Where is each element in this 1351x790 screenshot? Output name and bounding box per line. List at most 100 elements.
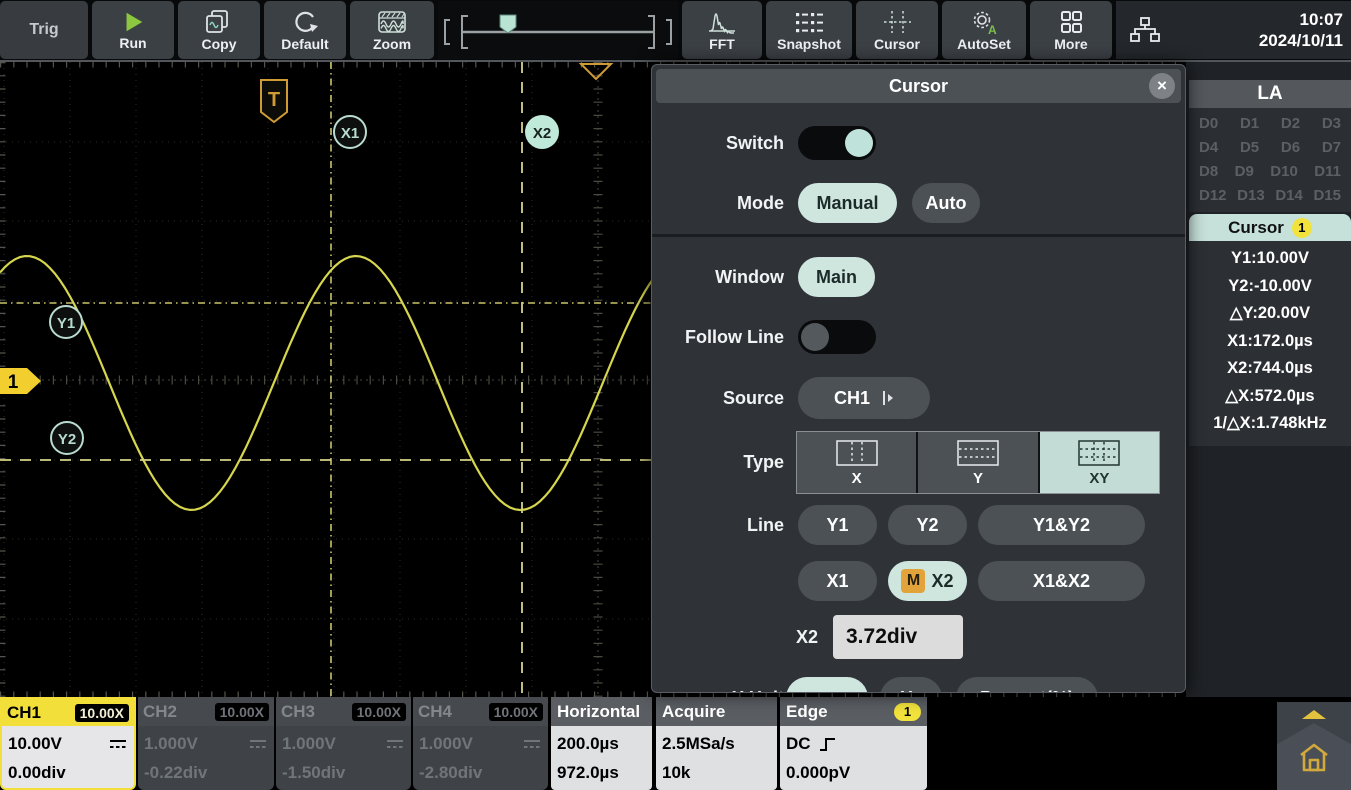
acquire-title: Acquire bbox=[662, 702, 725, 722]
readout-x2: X2:744.0µs bbox=[1189, 355, 1351, 383]
trigger-status-box[interactable]: Edge 1 DC 0.000pV bbox=[780, 697, 927, 790]
cursor-x1-handle[interactable]: X1 bbox=[334, 116, 366, 148]
channel-status-ch4[interactable]: CH4 10.00X 1.000V -2.80div bbox=[413, 697, 548, 790]
window-main-label: Main bbox=[816, 267, 857, 288]
cursor-y2-handle-label: Y2 bbox=[58, 431, 76, 448]
line-x1-button[interactable]: X1 bbox=[798, 561, 877, 601]
type-xy-button[interactable]: XY bbox=[1040, 432, 1159, 493]
cursor-y2-handle[interactable]: Y2 bbox=[51, 422, 83, 454]
multipurpose-knob-badge: M bbox=[901, 569, 925, 593]
more-grid-icon bbox=[1058, 9, 1084, 35]
line-y2-button[interactable]: Y2 bbox=[888, 505, 967, 545]
line-y1y2-label: Y1&Y2 bbox=[1033, 515, 1090, 536]
mode-label: Mode bbox=[652, 190, 784, 216]
ch3-offset: -1.50div bbox=[282, 763, 345, 783]
window-label: Window bbox=[652, 264, 784, 290]
x-unit-label: X Unit bbox=[652, 685, 784, 693]
cursor-x2-handle[interactable]: X2 bbox=[525, 115, 559, 149]
date-text: 2024/10/11 bbox=[1259, 30, 1343, 51]
ch2-header: CH2 10.00X bbox=[138, 697, 274, 726]
unit-s-button[interactable]: s bbox=[786, 677, 868, 693]
type-label: Type bbox=[652, 449, 784, 475]
copy-button[interactable]: Copy bbox=[178, 1, 260, 59]
slider-trigger-marker[interactable] bbox=[500, 15, 516, 33]
mode-manual-button[interactable]: Manual bbox=[798, 183, 897, 223]
type-x-button[interactable]: X bbox=[797, 432, 916, 493]
readout-x1: X1:172.0µs bbox=[1189, 328, 1351, 356]
dc-coupling-icon bbox=[248, 738, 268, 750]
trigger-source-badge: 1 bbox=[894, 703, 921, 721]
mode-auto-button[interactable]: Auto bbox=[912, 183, 980, 223]
channel1-position-marker-label: 1 bbox=[8, 372, 19, 393]
right-status-panel: LA D0D1D2D3 D4D5D6D7 D8D9D10D11 D12D13D1… bbox=[1186, 62, 1351, 697]
slider-outer-right-bracket bbox=[666, 20, 671, 44]
autoset-button[interactable]: A AutoSet bbox=[942, 1, 1026, 59]
line-y1-label: Y1 bbox=[826, 515, 848, 536]
la-d8: D8 bbox=[1199, 163, 1218, 180]
line-x1x2-button[interactable]: X1&X2 bbox=[978, 561, 1145, 601]
la-header[interactable]: LA bbox=[1189, 80, 1351, 108]
type-y-label: Y bbox=[973, 470, 983, 487]
line-y1-button[interactable]: Y1 bbox=[798, 505, 877, 545]
collapse-up-arrow-icon[interactable] bbox=[1302, 710, 1326, 719]
la-d3: D3 bbox=[1322, 115, 1341, 132]
readout-delta-y: △Y:20.00V bbox=[1189, 300, 1351, 328]
ch2-scale: 1.000V bbox=[144, 734, 198, 754]
channel-status-ch3[interactable]: CH3 10.00X 1.000V -1.50div bbox=[276, 697, 411, 790]
type-xy-icon bbox=[1076, 438, 1122, 468]
zoom-button[interactable]: Zoom bbox=[350, 1, 434, 59]
toggle-knob bbox=[801, 323, 829, 351]
la-box: LA D0D1D2D3 D4D5D6D7 D8D9D10D11 D12D13D1… bbox=[1189, 80, 1351, 212]
toggle-knob bbox=[845, 129, 873, 157]
line-x2-button[interactable]: M X2 bbox=[888, 561, 967, 601]
fft-button[interactable]: FFT bbox=[682, 1, 762, 59]
acquire-status-box[interactable]: Acquire 2.5MSa/s 10k bbox=[656, 697, 777, 790]
time-text: 10:07 bbox=[1259, 9, 1343, 30]
autoset-label: AutoSet bbox=[957, 36, 1011, 52]
unit-hz-button[interactable]: Hz bbox=[880, 677, 942, 693]
ch4-name: CH4 bbox=[418, 702, 452, 722]
clock-panel[interactable]: 10:07 2024/10/11 bbox=[1116, 1, 1351, 59]
ch4-scale: 1.000V bbox=[419, 734, 473, 754]
source-select[interactable]: CH1 bbox=[798, 377, 930, 419]
horizontal-status-box[interactable]: Horizontal 200.0µs 972.0µs bbox=[551, 697, 652, 790]
cursor-readout-list: Y1:10.00V Y2:-10.00V △Y:20.00V X1:172.0µ… bbox=[1189, 241, 1351, 446]
cursor-readout-title: Cursor bbox=[1228, 218, 1284, 238]
more-button[interactable]: More bbox=[1030, 1, 1112, 59]
run-button[interactable]: Run bbox=[92, 1, 174, 59]
x2-value-input[interactable]: 3.72div bbox=[833, 615, 963, 659]
cursor-y1-handle[interactable]: Y1 bbox=[50, 306, 82, 338]
channel-status-ch1[interactable]: CH1 10.00X 10.00V 0.00div bbox=[0, 697, 136, 790]
trigger-flag-label: T bbox=[268, 89, 280, 111]
cursor-button[interactable]: Cursor bbox=[856, 1, 938, 59]
run-play-icon bbox=[121, 10, 145, 34]
trigger-flag[interactable]: T bbox=[261, 80, 287, 122]
horizontal-title: Horizontal bbox=[557, 702, 640, 722]
cursor-dialog: Cursor × Switch Mode Manual Auto Window … bbox=[651, 64, 1186, 693]
window-main-button[interactable]: Main bbox=[798, 257, 875, 297]
trigger-level: 0.000pV bbox=[786, 763, 850, 783]
snapshot-button[interactable]: Snapshot bbox=[766, 1, 852, 59]
cursor-dialog-titlebar[interactable]: Cursor bbox=[656, 69, 1181, 103]
follow-line-toggle[interactable] bbox=[798, 320, 876, 354]
type-y-button[interactable]: Y bbox=[918, 432, 1037, 493]
channel-status-ch2[interactable]: CH2 10.00X 1.000V -0.22div bbox=[138, 697, 274, 790]
line-y1y2-button[interactable]: Y1&Y2 bbox=[978, 505, 1145, 545]
acquire-memory-depth: 10k bbox=[662, 763, 690, 783]
home-icon[interactable] bbox=[1296, 740, 1332, 776]
default-label: Default bbox=[281, 36, 328, 52]
horizontal-position-slider[interactable] bbox=[438, 1, 678, 59]
cursor-readout-header[interactable]: Cursor 1 bbox=[1189, 214, 1351, 241]
ch4-probe-badge: 10.00X bbox=[489, 703, 543, 721]
unit-percent-button[interactable]: Percent(%) bbox=[956, 677, 1098, 693]
mode-manual-label: Manual bbox=[816, 193, 878, 214]
close-icon[interactable]: × bbox=[1149, 73, 1175, 99]
ch1-scale: 10.00V bbox=[8, 734, 62, 754]
trig-button[interactable]: Trig bbox=[0, 1, 88, 59]
bottom-status-bar: CH1 10.00X 10.00V 0.00div CH2 10.00X 1.0… bbox=[0, 697, 1351, 790]
cursor-switch-toggle[interactable] bbox=[798, 126, 876, 160]
la-row: D8D9D10D11 bbox=[1189, 159, 1351, 183]
slider-graphic bbox=[438, 1, 678, 59]
ch1-probe-badge: 10.00X bbox=[75, 704, 129, 722]
default-button[interactable]: Default bbox=[264, 1, 346, 59]
